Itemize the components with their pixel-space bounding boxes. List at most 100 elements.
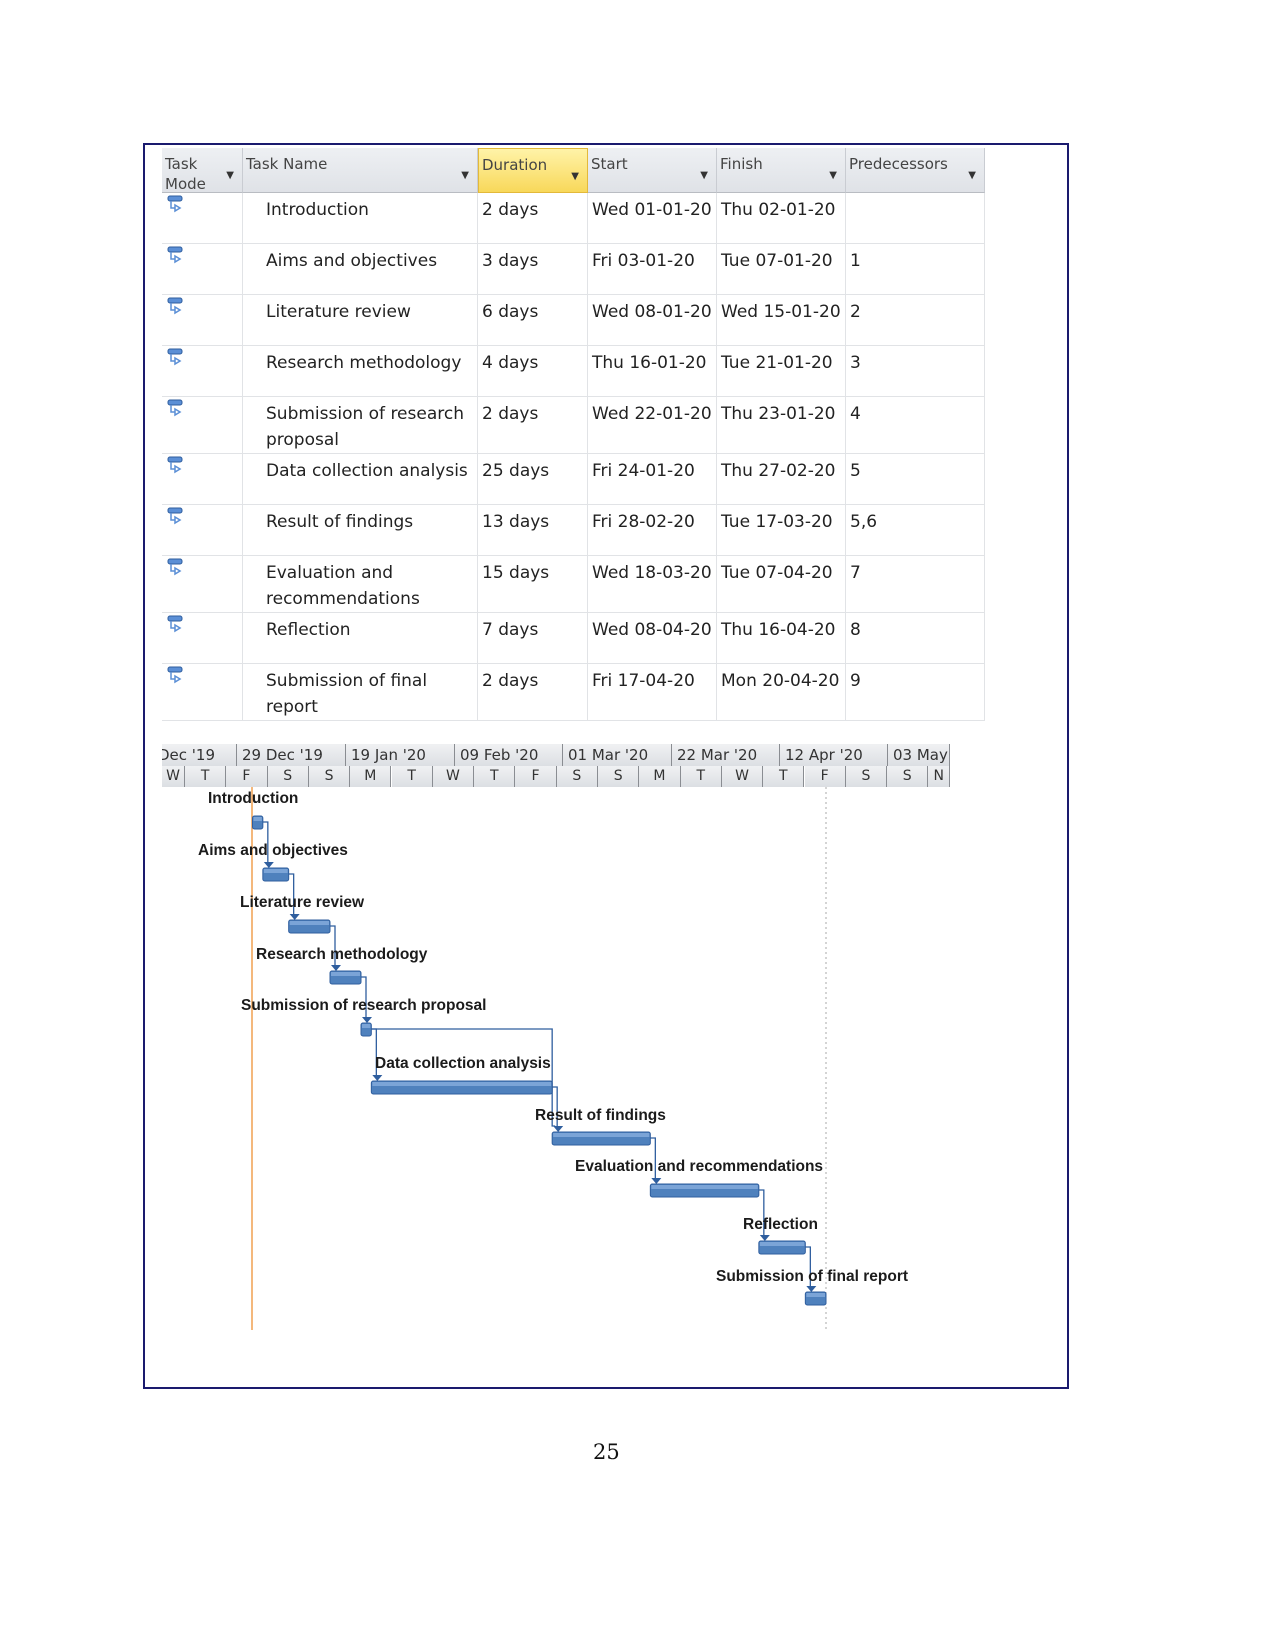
task-mode-cell[interactable] xyxy=(162,505,243,556)
start-text: Fri 24-01-20 xyxy=(592,461,695,481)
cell-predecessors[interactable]: 8 xyxy=(846,613,985,664)
cell-duration[interactable]: 15 days xyxy=(478,556,588,613)
cell-duration[interactable]: 2 days xyxy=(478,193,588,244)
task-mode-cell[interactable] xyxy=(162,556,243,613)
cell-finish[interactable]: Thu 23-01-20 xyxy=(717,397,846,454)
cell-finish[interactable]: Tue 07-04-20 xyxy=(717,556,846,613)
task-mode-cell[interactable] xyxy=(162,346,243,397)
header-duration[interactable]: Duration ▼ xyxy=(478,148,588,193)
cell-name[interactable]: Submission of final report xyxy=(243,664,478,721)
cell-predecessors[interactable]: 5 xyxy=(846,454,985,505)
duration-text: 4 days xyxy=(482,353,539,373)
cell-start[interactable]: Wed 08-04-20 xyxy=(588,613,717,664)
cell-predecessors[interactable]: 4 xyxy=(846,397,985,454)
cell-name[interactable]: Aims and objectives xyxy=(243,244,478,295)
timescale-minor-label: M xyxy=(350,766,392,787)
cell-predecessors[interactable]: 2 xyxy=(846,295,985,346)
timescale-minor-label: M xyxy=(639,766,681,787)
start-text: Fri 28-02-20 xyxy=(592,512,695,532)
auto-scheduled-task-icon xyxy=(167,297,183,315)
cell-predecessors[interactable]: 1 xyxy=(846,244,985,295)
cell-predecessors[interactable]: 5,6 xyxy=(846,505,985,556)
filter-dropdown-icon[interactable]: ▼ xyxy=(829,166,837,186)
timescale-minor-label: S xyxy=(887,766,929,787)
filter-dropdown-icon[interactable]: ▼ xyxy=(968,166,976,186)
predecessors-text: 7 xyxy=(850,563,861,583)
cell-predecessors[interactable]: 3 xyxy=(846,346,985,397)
cell-duration[interactable]: 7 days xyxy=(478,613,588,664)
filter-dropdown-icon[interactable]: ▼ xyxy=(226,166,234,186)
timescale-minor-label: W xyxy=(721,766,764,787)
cell-duration[interactable]: 13 days xyxy=(478,505,588,556)
duration-text: 15 days xyxy=(482,563,550,583)
task-mode-cell[interactable] xyxy=(162,244,243,295)
cell-duration[interactable]: 2 days xyxy=(478,397,588,454)
cell-duration[interactable]: 25 days xyxy=(478,454,588,505)
header-label: Duration xyxy=(482,156,548,174)
cell-start[interactable]: Fri 24-01-20 xyxy=(588,454,717,505)
cell-duration[interactable]: 3 days xyxy=(478,244,588,295)
cell-name[interactable]: Evaluation and recommendations xyxy=(243,556,478,613)
cell-start[interactable]: Wed 08-01-20 xyxy=(588,295,717,346)
header-predecessors[interactable]: Predecessors ▼ xyxy=(846,148,985,193)
cell-finish[interactable]: Wed 15-01-20 xyxy=(717,295,846,346)
task-bar-label: Result of findings xyxy=(535,1107,666,1124)
cell-start[interactable]: Thu 16-01-20 xyxy=(588,346,717,397)
auto-scheduled-task-icon xyxy=(167,456,183,474)
header-start[interactable]: Start ▼ xyxy=(588,148,717,193)
timescale-major-label: 09 Feb '20 xyxy=(455,744,563,766)
cell-predecessors[interactable] xyxy=(846,193,985,244)
timescale-minor-label: S xyxy=(308,766,351,787)
filter-dropdown-icon[interactable]: ▼ xyxy=(700,166,708,186)
auto-scheduled-task-icon xyxy=(167,246,183,264)
name-text: Literature review xyxy=(266,302,411,322)
cell-start[interactable]: Fri 03-01-20 xyxy=(588,244,717,295)
predecessors-text: 3 xyxy=(850,353,861,373)
cell-start[interactable]: Wed 01-01-20 xyxy=(588,193,717,244)
predecessors-text: 5,6 xyxy=(850,512,878,532)
cell-duration[interactable]: 6 days xyxy=(478,295,588,346)
task-mode-cell[interactable] xyxy=(162,295,243,346)
duration-text: 2 days xyxy=(482,200,539,220)
cell-name[interactable]: Introduction xyxy=(243,193,478,244)
start-text: Thu 16-01-20 xyxy=(592,353,707,373)
duration-text: 3 days xyxy=(482,251,539,271)
filter-dropdown-icon[interactable]: ▼ xyxy=(461,166,469,186)
cell-name[interactable]: Reflection xyxy=(243,613,478,664)
cell-duration[interactable]: 4 days xyxy=(478,346,588,397)
duration-text: 2 days xyxy=(482,404,539,424)
task-mode-cell[interactable] xyxy=(162,397,243,454)
header-task-name[interactable]: Task Name ▼ xyxy=(243,148,478,193)
header-task-mode[interactable]: Task Mode ▼ xyxy=(162,148,243,193)
cell-predecessors[interactable]: 9 xyxy=(846,664,985,721)
cell-predecessors[interactable]: 7 xyxy=(846,556,985,613)
cell-finish[interactable]: Mon 20-04-20 xyxy=(717,664,846,721)
cell-finish[interactable]: Tue 07-01-20 xyxy=(717,244,846,295)
header-finish[interactable]: Finish ▼ xyxy=(717,148,846,193)
cell-name[interactable]: Result of findings xyxy=(243,505,478,556)
timescale-minor-label: T xyxy=(763,766,805,787)
cell-finish[interactable]: Tue 17-03-20 xyxy=(717,505,846,556)
cell-finish[interactable]: Thu 16-04-20 xyxy=(717,613,846,664)
cell-name[interactable]: Data collection analysis xyxy=(243,454,478,505)
task-mode-cell[interactable] xyxy=(162,193,243,244)
cell-start[interactable]: Fri 17-04-20 xyxy=(588,664,717,721)
task-mode-cell[interactable] xyxy=(162,664,243,721)
cell-start[interactable]: Fri 28-02-20 xyxy=(588,505,717,556)
cell-start[interactable]: Wed 22-01-20 xyxy=(588,397,717,454)
cell-name[interactable]: Literature review xyxy=(243,295,478,346)
start-text: Fri 03-01-20 xyxy=(592,251,695,271)
cell-finish[interactable]: Tue 21-01-20 xyxy=(717,346,846,397)
task-mode-cell[interactable] xyxy=(162,454,243,505)
cell-start[interactable]: Wed 18-03-20 xyxy=(588,556,717,613)
cell-duration[interactable]: 2 days xyxy=(478,664,588,721)
cell-finish[interactable]: Thu 02-01-20 xyxy=(717,193,846,244)
task-mode-cell[interactable] xyxy=(162,613,243,664)
filter-dropdown-icon[interactable]: ▼ xyxy=(571,167,579,187)
timescale-minor-label: T xyxy=(474,766,516,787)
finish-text: Thu 16-04-20 xyxy=(721,620,836,640)
finish-text: Tue 17-03-20 xyxy=(721,512,833,532)
cell-finish[interactable]: Thu 27-02-20 xyxy=(717,454,846,505)
cell-name[interactable]: Research methodology xyxy=(243,346,478,397)
cell-name[interactable]: Submission of research proposal xyxy=(243,397,478,454)
